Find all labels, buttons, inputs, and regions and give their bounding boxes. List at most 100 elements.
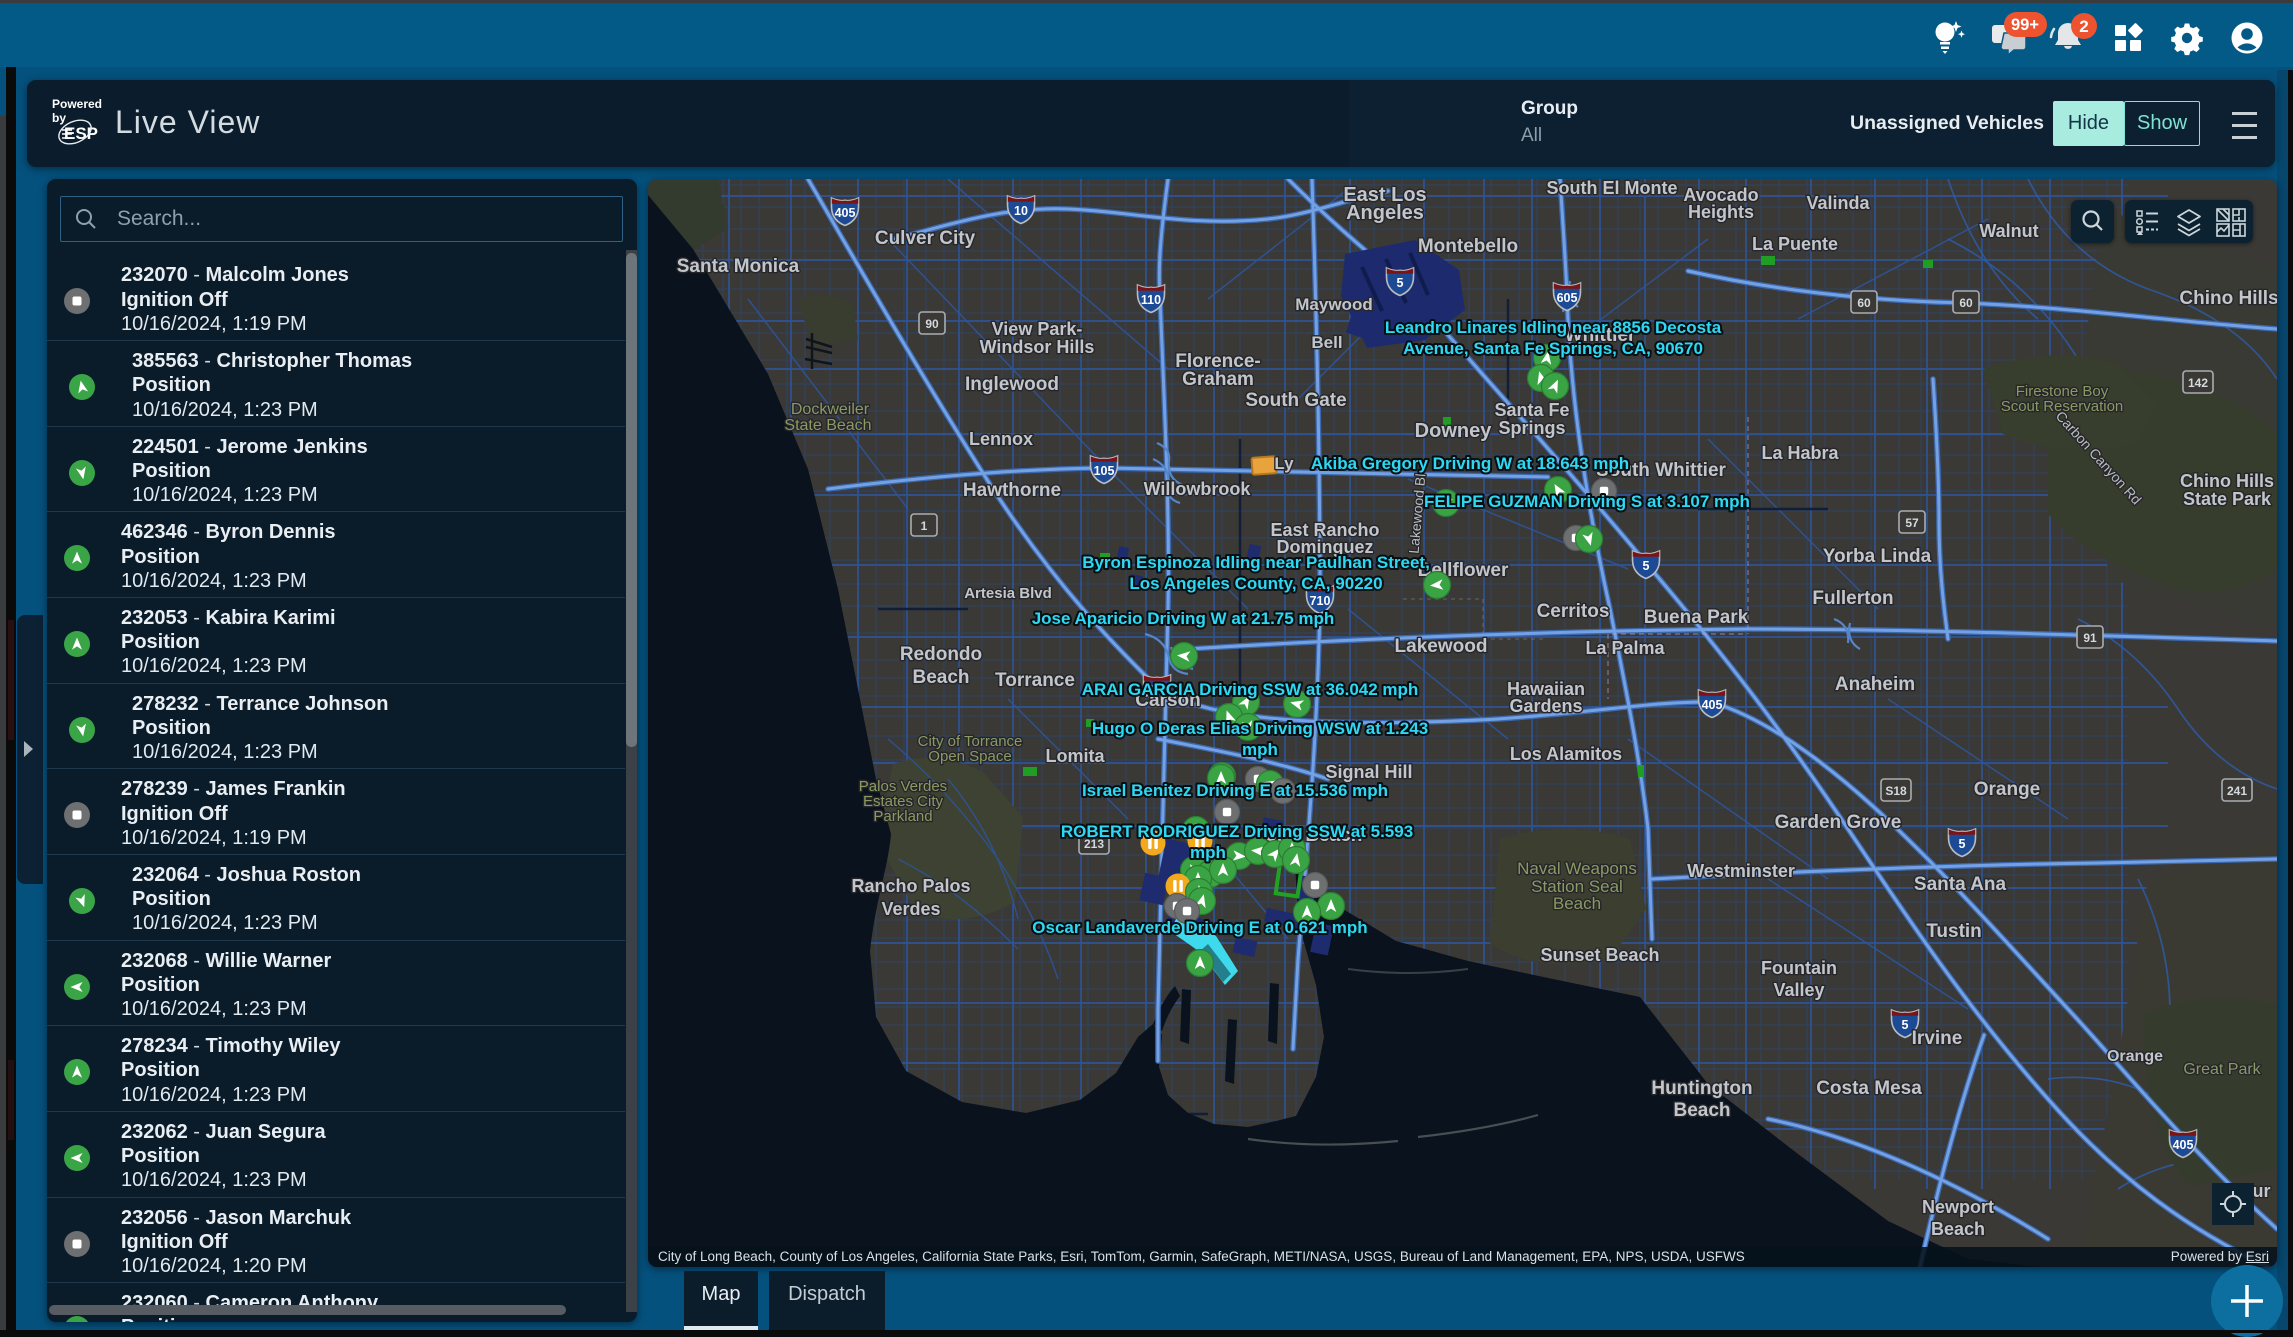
svg-text:Orange: Orange (1974, 779, 2041, 800)
svg-text:Fountain: Fountain (1761, 958, 1837, 978)
svg-text:405: 405 (835, 206, 856, 220)
svg-text:Buena Park: Buena Park (1644, 607, 1749, 628)
svg-text:Garden Grove: Garden Grove (1775, 812, 1902, 833)
svg-text:La Palma: La Palma (1585, 638, 1665, 658)
svg-text:57: 57 (1905, 516, 1919, 530)
svg-text:Great Park: Great Park (2183, 1061, 2261, 1078)
svg-text:710: 710 (1310, 594, 1331, 608)
svg-text:Huntington: Huntington (1651, 1078, 1752, 1099)
svg-text:Graham: Graham (1182, 369, 1254, 390)
svg-text:Leandro Linares Idling near 88: Leandro Linares Idling near 8856 Decosta (1385, 318, 1722, 337)
svg-text:Signal Hill: Signal Hill (1325, 762, 1412, 782)
svg-text:Hugo O Deras Elias Driving WSW: Hugo O Deras Elias Driving WSW at 1.243 (1092, 719, 1428, 738)
svg-text:Heights: Heights (1688, 202, 1754, 222)
svg-text:Israel Benitez Driving E at 15: Israel Benitez Driving E at 15.536 mph (1082, 781, 1388, 800)
svg-text:Lakewood: Lakewood (1395, 636, 1488, 657)
svg-text:Avenue, Santa Fe Springs, CA,: Avenue, Santa Fe Springs, CA, 90670 (1403, 339, 1703, 358)
svg-text:5: 5 (1959, 837, 1966, 851)
svg-text:Oscar Landaverde Driving E at: Oscar Landaverde Driving E at 0.621 mph (1032, 918, 1367, 937)
svg-text:Santa Fe: Santa Fe (1494, 400, 1569, 420)
svg-text:5: 5 (1397, 276, 1404, 290)
svg-text:Valinda: Valinda (1806, 193, 1870, 213)
svg-text:La Habra: La Habra (1761, 443, 1839, 463)
svg-text:5: 5 (1643, 559, 1650, 573)
svg-text:Naval Weapons: Naval Weapons (1517, 859, 1637, 878)
svg-text:mph: mph (1242, 740, 1278, 759)
svg-text:Ly: Ly (1274, 454, 1294, 473)
svg-text:La Puente: La Puente (1752, 234, 1838, 254)
svg-text:Los Alamitos: Los Alamitos (1510, 744, 1622, 764)
svg-text:90: 90 (925, 317, 939, 331)
svg-text:Culver City: Culver City (875, 228, 976, 249)
svg-text:Parkland: Parkland (873, 808, 932, 825)
svg-text:South El Monte: South El Monte (1547, 179, 1678, 198)
svg-text:Orange: Orange (2107, 1048, 2163, 1065)
svg-text:Lomita: Lomita (1045, 746, 1105, 766)
svg-text:Rancho Palos: Rancho Palos (851, 876, 970, 896)
svg-text:Gardens: Gardens (1509, 696, 1582, 716)
svg-text:Angeles: Angeles (1346, 202, 1424, 224)
svg-text:Beach: Beach (1931, 1219, 1985, 1239)
svg-text:Jose Aparicio Driving W at 21: Jose Aparicio Driving W at 21.75 mph (1032, 609, 1335, 628)
svg-text:Dockweiler: Dockweiler (791, 401, 870, 418)
svg-text:Los Angeles County, CA, 90220: Los Angeles County, CA, 90220 (1129, 574, 1382, 593)
svg-text:Redondo: Redondo (900, 644, 982, 665)
svg-text:Downey: Downey (1415, 420, 1493, 442)
svg-text:State Park: State Park (2183, 489, 2272, 509)
svg-text:Newport: Newport (1922, 1197, 1994, 1217)
svg-text:Torrance: Torrance (995, 670, 1075, 691)
svg-text:ARAI GARCIA Driving SSW at 36.: ARAI GARCIA Driving SSW at 36.042 mph (1082, 680, 1419, 699)
svg-text:Yorba Linda: Yorba Linda (1823, 546, 1932, 567)
svg-text:605: 605 (1557, 291, 1578, 305)
svg-text:mph: mph (1190, 843, 1226, 862)
svg-text:Byron Espinoza Idling near Pau: Byron Espinoza Idling near Paulhan Stree… (1082, 553, 1430, 572)
svg-text:Willowbrook: Willowbrook (1144, 479, 1252, 499)
svg-text:2: 2 (2079, 17, 2088, 36)
svg-text:Beach: Beach (1673, 1100, 1730, 1121)
svg-text:60: 60 (1959, 296, 1973, 310)
svg-text:Costa Mesa: Costa Mesa (1816, 1078, 1922, 1099)
svg-text:Beach: Beach (912, 667, 969, 688)
svg-text:241: 241 (2227, 784, 2247, 798)
svg-text:Beach: Beach (1553, 894, 1601, 913)
svg-text:Anaheim: Anaheim (1835, 674, 1915, 695)
svg-text:91: 91 (2083, 631, 2097, 645)
svg-text:Fullerton: Fullerton (1812, 588, 1893, 609)
svg-text:FELIPE GUZMAN Driving S at 3.1: FELIPE GUZMAN Driving S at 3.107 mph (1424, 492, 1750, 511)
svg-text:1: 1 (921, 519, 928, 533)
svg-text:142: 142 (2188, 376, 2208, 390)
svg-text:Inglewood: Inglewood (965, 374, 1059, 395)
svg-text:South Gate: South Gate (1245, 390, 1346, 411)
svg-text:Santa Monica: Santa Monica (677, 256, 800, 277)
svg-text:Artesia Blvd: Artesia Blvd (964, 585, 1052, 602)
svg-text:Akiba Gregory Driving W at 18.: Akiba Gregory Driving W at 18.643 mph (1311, 454, 1629, 473)
svg-text:Verdes: Verdes (881, 899, 940, 919)
svg-text:405: 405 (2173, 1138, 2194, 1152)
svg-text:Springs: Springs (1498, 418, 1565, 438)
svg-text:99+: 99+ (2011, 16, 2039, 34)
svg-text:110: 110 (1141, 293, 1161, 307)
svg-text:Hawthorne: Hawthorne (963, 480, 1061, 501)
svg-text:105: 105 (1094, 464, 1115, 478)
svg-text:Chino Hills: Chino Hills (2179, 288, 2277, 309)
svg-text:5: 5 (1902, 1018, 1909, 1032)
svg-text:Open Space: Open Space (928, 748, 1011, 765)
svg-text:Tustin: Tustin (1926, 921, 1982, 942)
svg-text:405: 405 (1702, 698, 1723, 712)
svg-text:Cerritos: Cerritos (1537, 601, 1610, 622)
svg-text:S18: S18 (1885, 784, 1907, 798)
svg-text:10: 10 (1014, 204, 1028, 218)
svg-text:Sunset Beach: Sunset Beach (1540, 945, 1659, 965)
svg-text:ROBERT RODRIGUEZ Driving SSW a: ROBERT RODRIGUEZ Driving SSW at 5.593 (1061, 822, 1413, 841)
svg-text:Walnut: Walnut (1979, 221, 2038, 241)
svg-text:Santa Ana: Santa Ana (1914, 874, 2007, 895)
svg-text:Montebello: Montebello (1418, 236, 1518, 257)
svg-text:Lennox: Lennox (969, 429, 1033, 449)
svg-text:Valley: Valley (1773, 980, 1824, 1000)
svg-text:Chino Hills: Chino Hills (2180, 471, 2274, 491)
svg-text:Bell: Bell (1311, 333, 1342, 352)
svg-text:State Beach: State Beach (784, 417, 871, 434)
svg-text:Maywood: Maywood (1295, 295, 1372, 314)
svg-text:60: 60 (1857, 296, 1871, 310)
svg-text:Irvine: Irvine (1912, 1028, 1963, 1049)
